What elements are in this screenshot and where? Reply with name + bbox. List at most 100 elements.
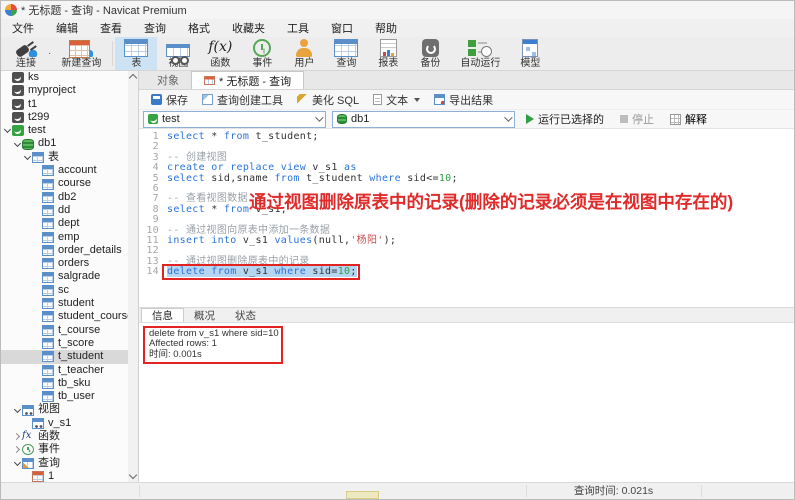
table-icon — [124, 39, 149, 57]
explain-grid-icon — [670, 113, 681, 125]
sql-token: values — [274, 234, 313, 246]
tree-item-dept[interactable]: dept — [1, 217, 128, 230]
stop-button[interactable]: 停止 — [615, 111, 659, 127]
menu-item-0[interactable]: 文件 — [1, 20, 45, 36]
tree-item-v_s1[interactable]: v_s1 — [1, 417, 128, 430]
tree-item-db1[interactable]: db1 — [1, 137, 128, 150]
tree-item-tb_sku[interactable]: tb_sku — [1, 377, 128, 390]
sql-token: -- 通过视图向原表中添加一条数据 — [167, 224, 331, 236]
tree-item-emp[interactable]: emp — [1, 231, 128, 244]
menu-item-2[interactable]: 查看 — [89, 20, 133, 36]
tree-item-视图[interactable]: 视图 — [1, 403, 128, 416]
toolbar-item-model[interactable]: 模型 — [509, 37, 551, 70]
beautify-sql-button[interactable]: 美化 SQL — [291, 91, 365, 109]
result-tab-0[interactable]: 信息 — [141, 308, 184, 322]
text-button[interactable]: 文本 — [367, 91, 426, 109]
connection-select-value: test — [162, 113, 180, 125]
editor-line: 2 — [139, 141, 794, 152]
toolbar-item-connect[interactable]: 连接 — [5, 37, 47, 70]
tree-open-arrow-icon[interactable] — [23, 153, 32, 162]
menu-item-5[interactable]: 收藏夹 — [221, 20, 276, 36]
tree-item-t_student[interactable]: t_student — [1, 350, 128, 364]
toolbar-item-event[interactable]: 事件 — [241, 37, 283, 70]
toolbar-item-report[interactable]: 报表 — [367, 37, 409, 70]
menu-item-7[interactable]: 窗口 — [320, 20, 364, 36]
menu-item-8[interactable]: 帮助 — [364, 20, 408, 36]
tree-open-arrow-icon[interactable] — [13, 459, 22, 468]
menu-item-3[interactable]: 查询 — [133, 20, 177, 36]
query-builder-button[interactable]: 查询创建工具 — [196, 91, 289, 109]
explain-button[interactable]: 解释 — [665, 111, 712, 127]
tree-item-1[interactable]: 1 — [1, 470, 128, 482]
menu-item-4[interactable]: 格式 — [177, 20, 221, 36]
tree-item-dd[interactable]: dd — [1, 204, 128, 217]
tree-item-ks[interactable]: ks — [1, 71, 128, 84]
tree-item-label: 函数 — [38, 430, 60, 443]
toolbar-item-new-query[interactable]: 新建查询 — [52, 37, 110, 70]
user-icon — [292, 39, 316, 57]
tree-open-arrow-icon[interactable] — [13, 406, 22, 415]
toolbar-item-automation[interactable]: 自动运行 — [451, 37, 509, 70]
tree-item-db2[interactable]: db2 — [1, 191, 128, 204]
title-bar: * 无标题 - 查询 - Navicat Premium — [1, 1, 794, 19]
tab-query[interactable]: * 无标题 - 查询 — [191, 71, 305, 89]
toolbar-item-query[interactable]: 查询 — [325, 37, 367, 70]
chevron-down-icon[interactable] — [414, 97, 421, 102]
tree-open-arrow-icon[interactable] — [13, 140, 22, 149]
tree-item-course[interactable]: course — [1, 177, 128, 190]
menu-item-1[interactable]: 编辑 — [45, 20, 89, 36]
database-select[interactable]: db1 — [332, 110, 515, 128]
tree-item-表[interactable]: 表 — [1, 151, 128, 164]
sql-editor[interactable]: 1 select * from t_student; 2 3 -- 创建视图 4 creat… — [139, 129, 794, 307]
tree-item-label: order_details — [58, 243, 122, 256]
toolbar-item-backup[interactable]: 备份 — [409, 37, 451, 70]
run-selected-label: 运行已选择的 — [538, 114, 604, 126]
tree-closed-arrow-icon[interactable] — [13, 432, 22, 441]
tree-item-t_course[interactable]: t_course — [1, 324, 128, 337]
sidebar-scrollbar[interactable] — [128, 71, 138, 482]
tree-item-查询[interactable]: 查询 — [1, 457, 128, 470]
connection-tree-panel: ks myproject t1 t299 test db1 表 account course db… — [1, 71, 139, 482]
tree-item-函数[interactable]: 函数 — [1, 429, 128, 443]
chevron-down-icon — [315, 113, 324, 122]
tree-item-事件[interactable]: 事件 — [1, 443, 128, 456]
toolbar-item-function[interactable]: 函数 — [199, 37, 241, 70]
scroll-up-icon[interactable] — [128, 73, 138, 83]
save-button[interactable]: 保存 — [145, 91, 194, 109]
run-selected-button[interactable]: 运行已选择的 — [521, 111, 609, 127]
toolbar-item-view[interactable]: 视图 — [157, 37, 199, 70]
tree-item-t_score[interactable]: t_score — [1, 337, 128, 350]
tree-item-account[interactable]: account — [1, 164, 128, 177]
tree-item-myproject[interactable]: myproject — [1, 84, 128, 97]
table-icon — [42, 165, 54, 177]
tree-item-sc[interactable]: sc — [1, 284, 128, 297]
tree-open-arrow-icon[interactable] — [3, 126, 12, 135]
export-result-button[interactable]: 导出结果 — [428, 91, 499, 109]
tree-item-order_details[interactable]: order_details — [1, 244, 128, 257]
tab-objects[interactable]: 对象 — [145, 71, 191, 89]
beautify-sql-icon — [297, 94, 308, 105]
toolbar-item-table[interactable]: 表 — [115, 37, 158, 70]
table-icon — [42, 218, 54, 230]
result-tab-1[interactable]: 概况 — [184, 308, 225, 322]
tree-arrow-spacer — [33, 352, 42, 361]
tree-item-tb_user[interactable]: tb_user — [1, 390, 128, 403]
menu-bar: 文件 编辑 查看 查询 格式 收藏夹 工具 窗口 帮助 — [1, 19, 794, 37]
toolbar-item-user[interactable]: 用户 — [283, 37, 325, 70]
scroll-down-icon[interactable] — [128, 470, 138, 480]
tree-item-student[interactable]: student — [1, 297, 128, 310]
annotation-text: 通过视图删除原表中的记录(删除的记录必须是在视图中存在的) — [249, 192, 734, 212]
result-tab-2[interactable]: 状态 — [225, 308, 266, 322]
tree-item-test[interactable]: test — [1, 124, 128, 137]
tree-item-t299[interactable]: t299 — [1, 111, 128, 124]
tree-item-t1[interactable]: t1 — [1, 98, 128, 111]
toolbar-item-label: 事件 — [252, 58, 273, 69]
tree-closed-arrow-icon[interactable] — [13, 445, 22, 454]
tree-item-t_teacher[interactable]: t_teacher — [1, 364, 128, 377]
menu-item-6[interactable]: 工具 — [276, 20, 320, 36]
tree-item-orders[interactable]: orders — [1, 257, 128, 270]
view-icon — [32, 417, 44, 429]
tree-item-student_course[interactable]: student_course — [1, 310, 133, 323]
tree-item-salgrade[interactable]: salgrade — [1, 270, 128, 283]
connection-select[interactable]: test — [143, 110, 326, 128]
